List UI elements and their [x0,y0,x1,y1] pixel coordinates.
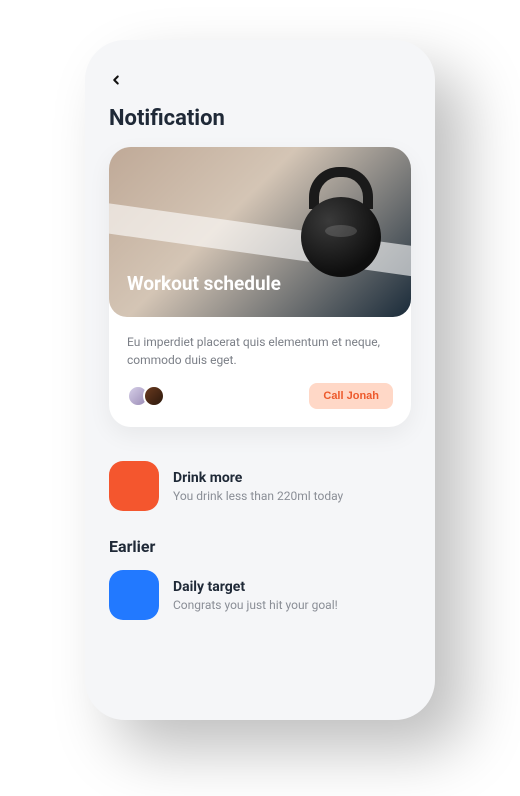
avatar-group [127,385,159,407]
notification-text: Daily target Congrats you just hit your … [173,579,338,612]
kettlebell-illustration [301,169,381,249]
card-footer: Call Jonah [127,383,393,409]
call-button[interactable]: Call Jonah [309,383,393,409]
chevron-left-icon [109,73,123,87]
section-heading-earlier: Earlier [109,537,411,556]
card-body: Eu imperdiet placerat quis elementum et … [109,317,411,427]
avatar [143,385,165,407]
notification-tile [109,461,159,511]
notification-title: Daily target [173,579,338,595]
notification-subtitle: Congrats you just hit your goal! [173,598,338,612]
notification-item[interactable]: Drink more You drink less than 220ml tod… [109,461,411,511]
featured-card[interactable]: Workout schedule Eu imperdiet placerat q… [109,147,411,427]
hero-title: Workout schedule [127,272,281,295]
phone-frame: Notification Workout schedule Eu imperdi… [85,40,435,720]
notification-text: Drink more You drink less than 220ml tod… [173,470,343,503]
card-description: Eu imperdiet placerat quis elementum et … [127,333,393,369]
notification-item[interactable]: Daily target Congrats you just hit your … [109,570,411,620]
notification-title: Drink more [173,470,343,486]
back-button[interactable] [109,68,133,92]
notification-tile [109,570,159,620]
hero-image: Workout schedule [109,147,411,317]
page-title: Notification [109,106,411,131]
notification-subtitle: You drink less than 220ml today [173,489,343,503]
